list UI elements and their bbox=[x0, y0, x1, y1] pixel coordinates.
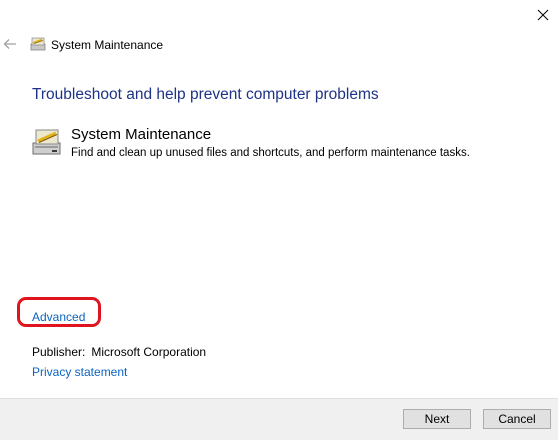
task-item: System Maintenance Find and clean up unu… bbox=[32, 126, 532, 166]
back-arrow-icon bbox=[3, 39, 16, 49]
next-button[interactable]: Next bbox=[403, 409, 471, 429]
publisher-info: Publisher: Microsoft Corporation bbox=[32, 345, 206, 359]
wizard-header: System Maintenance bbox=[0, 32, 558, 60]
close-button[interactable] bbox=[528, 0, 558, 30]
task-description: Find and clean up unused files and short… bbox=[71, 147, 470, 159]
advanced-link[interactable]: Advanced bbox=[32, 310, 85, 324]
task-title: System Maintenance bbox=[71, 126, 212, 143]
header-title: System Maintenance bbox=[51, 38, 164, 52]
privacy-statement-link[interactable]: Privacy statement bbox=[32, 365, 127, 379]
publisher-label: Publisher: bbox=[32, 345, 86, 359]
close-icon bbox=[537, 9, 549, 21]
cancel-button[interactable]: Cancel bbox=[483, 409, 551, 429]
page-heading: Troubleshoot and help prevent computer p… bbox=[32, 86, 379, 103]
back-button[interactable] bbox=[2, 36, 18, 52]
maintenance-icon bbox=[30, 37, 46, 51]
maintenance-icon bbox=[32, 129, 61, 155]
publisher-value: Microsoft Corporation bbox=[91, 345, 207, 359]
wizard-footer: Next Cancel bbox=[0, 398, 558, 440]
